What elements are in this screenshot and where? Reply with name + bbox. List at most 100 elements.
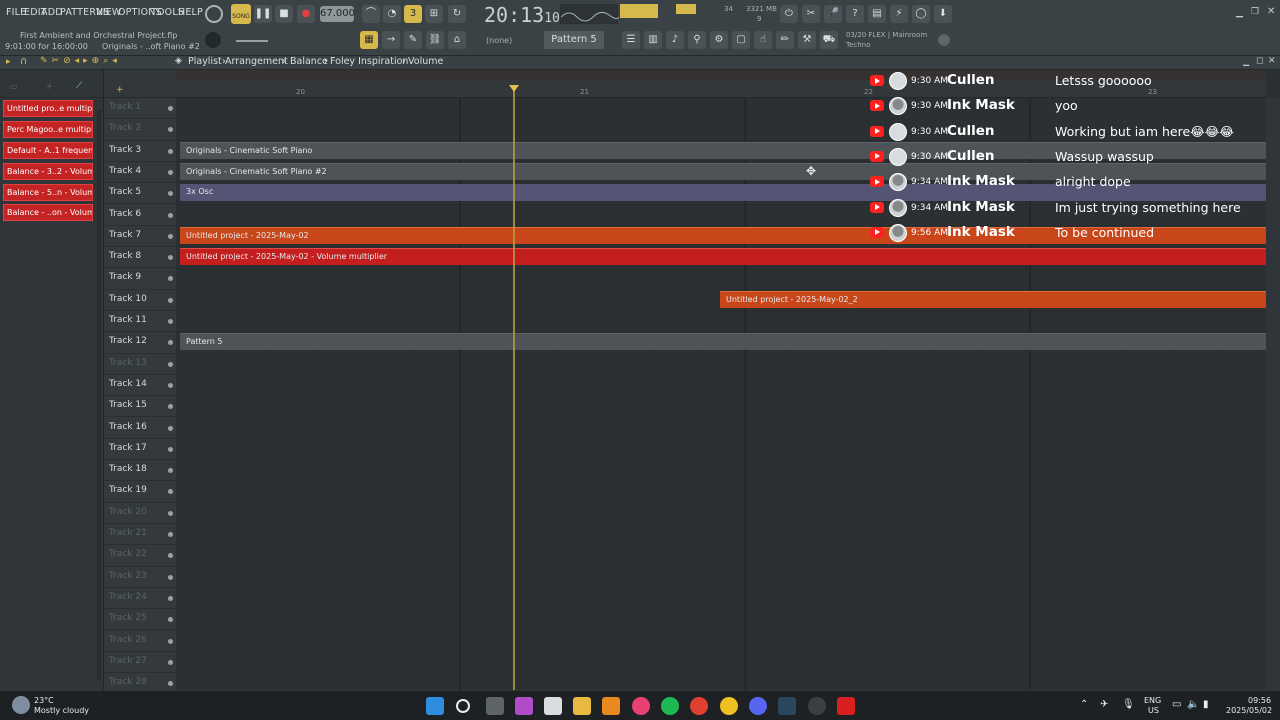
track-header[interactable]: Track 8	[104, 247, 176, 269]
track-header[interactable]: Track 10	[104, 290, 176, 311]
language-indicator[interactable]: ENG	[1144, 696, 1161, 705]
plugin-icon[interactable]: ⚡	[890, 5, 908, 23]
pattern-selector[interactable]: Pattern 5	[544, 31, 604, 49]
track-enable-icon[interactable]	[168, 574, 173, 580]
wait-input-icon[interactable]: ◔	[383, 5, 401, 23]
track-enable-icon[interactable]	[168, 446, 173, 452]
download-icon[interactable]: ⬇	[934, 5, 952, 23]
track-header[interactable]: Track 13	[104, 354, 176, 375]
search-icon[interactable]	[456, 699, 470, 713]
panel-scrollbar[interactable]	[97, 110, 101, 680]
playlist-tools-icon[interactable]: ✎✂⊘◂▸⊕⌕◂	[40, 56, 121, 66]
volume-icon[interactable]: 🔈	[1187, 699, 1199, 710]
track-header[interactable]: Track 18	[104, 460, 176, 482]
mixer-icon[interactable]: ☰	[622, 31, 640, 49]
playlist-snap-icon[interactable]: ▦	[360, 31, 378, 49]
obs-icon[interactable]	[808, 697, 826, 715]
track-enable-icon[interactable]	[168, 382, 173, 388]
panel-add-icon[interactable]: +	[46, 82, 53, 91]
cut-icon[interactable]: ✂	[802, 5, 820, 23]
track-header[interactable]: Track 15	[104, 396, 176, 418]
track-enable-icon[interactable]	[168, 297, 173, 303]
track-enable-icon[interactable]	[168, 468, 173, 474]
metronome-icon[interactable]: ⌒	[362, 5, 380, 23]
restore-icon[interactable]: ❐	[1251, 7, 1259, 17]
main-pitch-knob[interactable]	[205, 32, 221, 48]
breadcrumb-arrangement[interactable]: Arrangement	[225, 56, 288, 67]
playlist-maximize-icon[interactable]: ◻	[1256, 56, 1263, 66]
cart-icon[interactable]: ⛟	[820, 31, 838, 49]
track-enable-icon[interactable]	[168, 319, 173, 324]
track-header[interactable]: Track 12	[104, 332, 176, 354]
music-app-icon[interactable]	[632, 697, 650, 715]
piano-roll-icon[interactable]: ♪	[666, 31, 684, 49]
track-enable-icon[interactable]	[168, 404, 173, 410]
touch-icon[interactable]: ☝	[754, 31, 772, 49]
track-header[interactable]: Track 17	[104, 439, 176, 461]
file-explorer-icon[interactable]	[573, 697, 591, 715]
tray-app-icon[interactable]: ✈	[1100, 699, 1108, 710]
breadcrumb-playlist[interactable]: Playlist	[188, 56, 222, 67]
track-header[interactable]: Track 11	[104, 311, 176, 333]
track-header[interactable]: Track 16	[104, 418, 176, 439]
pencil-icon[interactable]: ✎	[404, 31, 422, 49]
link-icon[interactable]: ⛓	[426, 31, 444, 49]
add-track-icon[interactable]: +	[116, 85, 124, 95]
spotify-icon[interactable]	[661, 697, 679, 715]
panel-grid-icon[interactable]: ▭	[10, 82, 18, 91]
main-volume-knob[interactable]	[205, 5, 223, 23]
tools-icon[interactable]: ⚒	[798, 31, 816, 49]
track-enable-icon[interactable]	[168, 148, 173, 154]
track-enable-icon[interactable]	[168, 255, 173, 261]
arrow-icon[interactable]: →	[382, 31, 400, 49]
playlist-menu-icon[interactable]: ▸	[6, 57, 11, 67]
chrome-icon[interactable]	[690, 697, 708, 715]
track-enable-icon[interactable]	[168, 638, 173, 644]
playlist-minimize-icon[interactable]: ▁	[1243, 57, 1249, 66]
fl-studio-icon[interactable]	[602, 697, 620, 715]
track-enable-icon[interactable]	[168, 212, 173, 218]
store-icon[interactable]	[544, 697, 562, 715]
track-header[interactable]: Track 19	[104, 481, 176, 503]
clip-source-item[interactable]: Balance - 3..2 - Volume	[3, 163, 93, 180]
track-header[interactable]: Track 24	[104, 588, 176, 610]
clip-source-item[interactable]: Perc Magoo..e multiplier	[3, 121, 93, 138]
task-view-icon[interactable]	[486, 697, 504, 715]
snap-select[interactable]: (none)	[486, 36, 512, 45]
audio-clip[interactable]: Untitled project - 2025-May-02_2	[720, 290, 1266, 308]
clipboard-icon[interactable]: ▢	[732, 31, 750, 49]
track-header[interactable]: Track 26	[104, 631, 176, 652]
save-icon[interactable]: ▤	[868, 5, 886, 23]
track-header[interactable]: Track 27	[104, 652, 176, 674]
track-enable-icon[interactable]	[168, 425, 173, 431]
breadcrumb-volume[interactable]: Volume	[408, 56, 443, 67]
tray-mic-icon[interactable]: 🎙	[1122, 699, 1135, 710]
steam-icon[interactable]	[778, 697, 796, 715]
track-header[interactable]: Track 7	[104, 226, 176, 248]
track-header[interactable]: Track 3	[104, 141, 176, 162]
discord-icon[interactable]	[749, 697, 767, 715]
pat-song-toggle[interactable]: SONG	[231, 4, 251, 24]
start-icon[interactable]	[426, 697, 444, 715]
track-enable-icon[interactable]	[168, 489, 173, 495]
track-enable-icon[interactable]	[168, 510, 173, 516]
track-enable-icon[interactable]	[168, 106, 173, 111]
breadcrumb-balance[interactable]: Balance	[290, 56, 328, 67]
panel-pencil-icon[interactable]: ⟋	[76, 81, 82, 91]
weather-icon[interactable]	[12, 696, 30, 714]
automation-clip[interactable]: Untitled project - 2025-May-02 - Volume …	[180, 248, 1266, 265]
master-pitch-slider[interactable]	[236, 40, 268, 42]
stop-button[interactable]: ■	[275, 5, 293, 23]
track-enable-icon[interactable]	[168, 233, 173, 239]
track-header[interactable]: Track 9	[104, 268, 176, 290]
close-icon[interactable]: ✕	[1267, 6, 1275, 17]
countdown-icon[interactable]: 3	[404, 5, 422, 23]
region-indicator[interactable]: US	[1148, 706, 1159, 715]
track-enable-icon[interactable]	[168, 617, 173, 623]
track-enable-icon[interactable]	[168, 659, 173, 665]
playlist-close-icon[interactable]: ✕	[1268, 56, 1276, 66]
clock-time[interactable]: 09:56	[1248, 696, 1271, 705]
playhead-marker[interactable]	[509, 85, 519, 92]
track-enable-icon[interactable]	[168, 340, 173, 346]
plugin-picker-icon[interactable]: ⚙	[710, 31, 728, 49]
